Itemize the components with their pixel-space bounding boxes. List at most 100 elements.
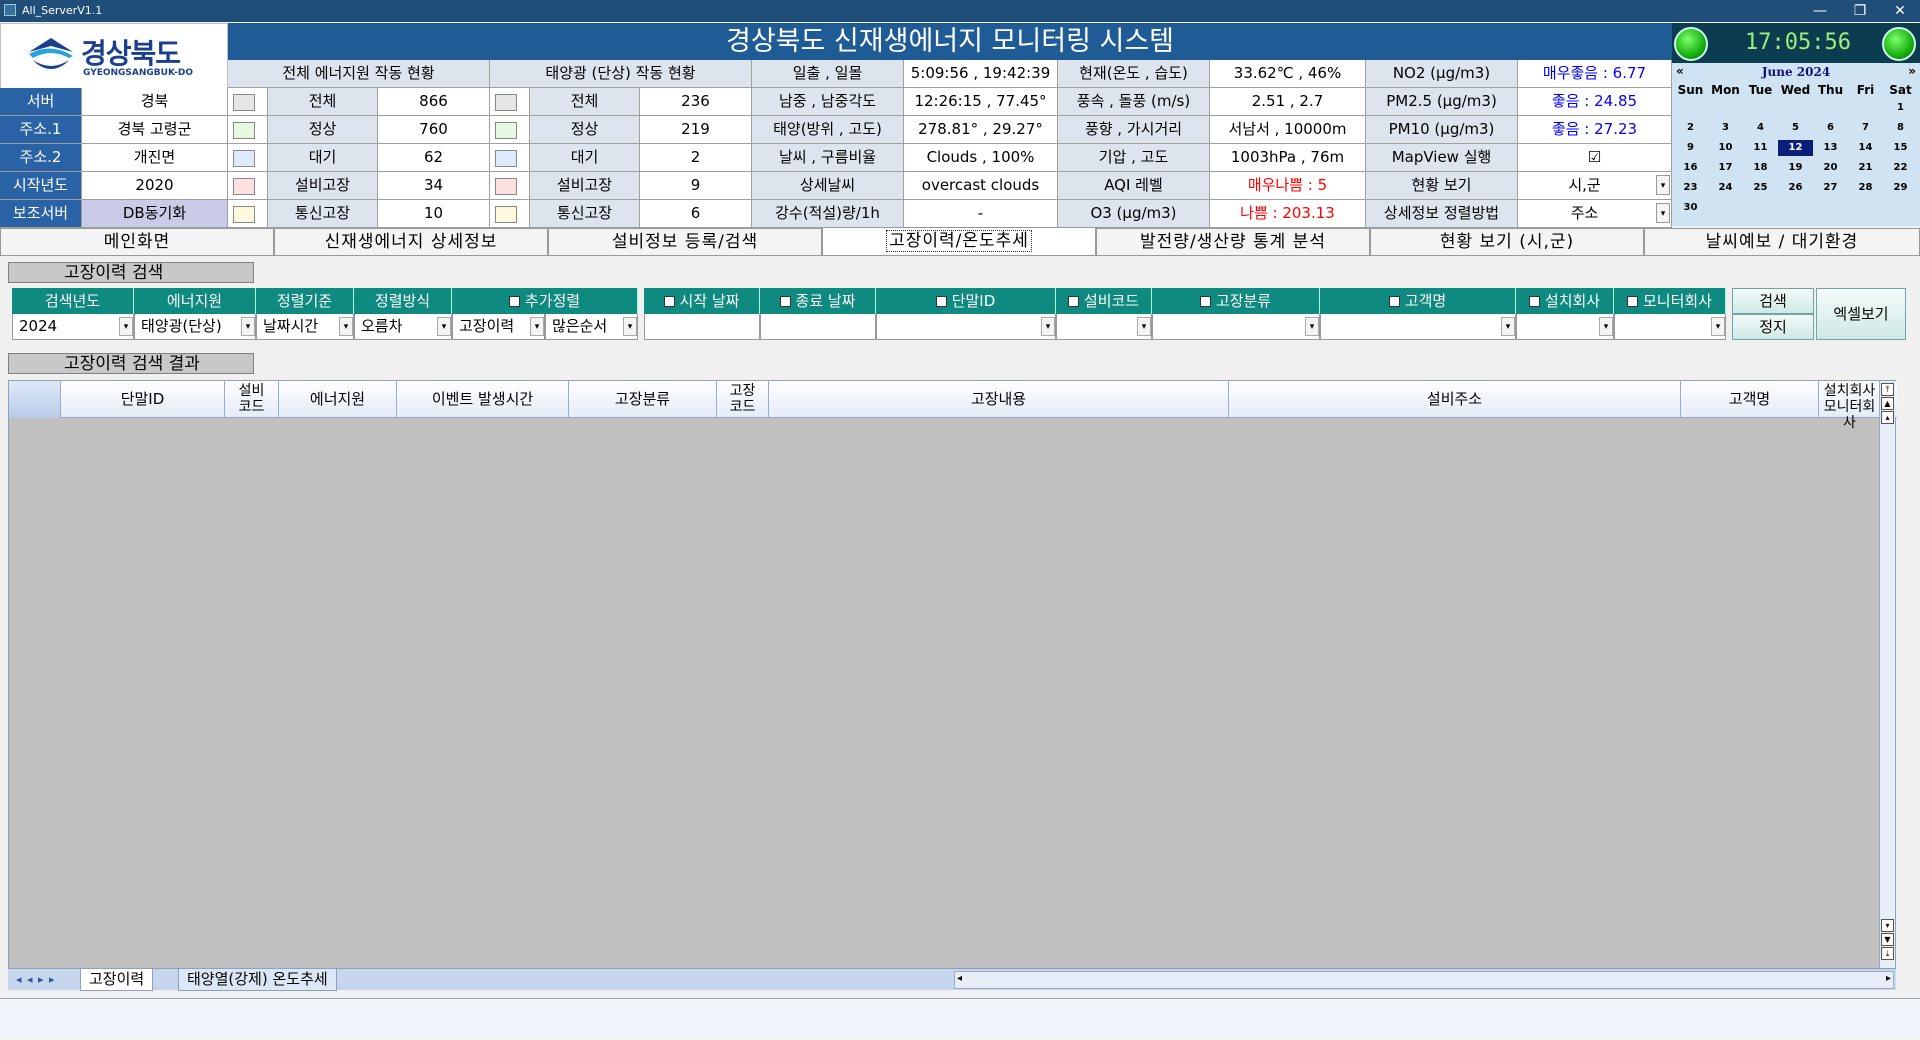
view-select[interactable]: 시,군 ▾ bbox=[1518, 172, 1672, 200]
calendar-date[interactable]: 17 bbox=[1708, 160, 1743, 176]
calendar-date[interactable]: 28 bbox=[1848, 180, 1883, 196]
search-field-1[interactable]: 태양광(단상) ▾ bbox=[134, 314, 256, 340]
calendar-date[interactable]: 26 bbox=[1778, 180, 1813, 196]
chevron-down-icon[interactable]: ▾ bbox=[1711, 317, 1725, 336]
scroll-right-icon[interactable]: ▸ bbox=[1886, 973, 1891, 984]
calendar-date[interactable]: 9 bbox=[1673, 140, 1708, 156]
calendar-date[interactable]: 15 bbox=[1883, 140, 1918, 156]
search-header-6[interactable]: 종료 날짜 bbox=[760, 288, 876, 314]
grid-column-header[interactable]: 고장내용 bbox=[769, 381, 1229, 418]
tab-5[interactable]: 현황 보기 (시,군) bbox=[1370, 228, 1644, 255]
chevron-down-icon[interactable]: ▾ bbox=[1041, 317, 1055, 336]
calendar-date[interactable]: 10 bbox=[1708, 140, 1743, 156]
horizontal-scrollbar[interactable]: ◂ ▸ bbox=[954, 971, 1894, 989]
calendar-date[interactable]: 21 bbox=[1848, 160, 1883, 176]
calendar-date[interactable]: 6 bbox=[1813, 120, 1848, 136]
calendar-date[interactable]: 12 bbox=[1778, 140, 1813, 156]
calendar-next-button[interactable]: » bbox=[1908, 64, 1916, 78]
excel-button[interactable]: 엑셀보기 bbox=[1816, 288, 1906, 340]
grid-column-header[interactable]: 에너지원 bbox=[279, 381, 397, 418]
calendar-date[interactable]: 2 bbox=[1673, 120, 1708, 136]
search-field-8[interactable]: ▾ bbox=[876, 314, 1056, 340]
search-header-4[interactable]: 추가정렬 bbox=[452, 288, 638, 314]
chevron-down-icon[interactable]: ▾ bbox=[1656, 203, 1670, 223]
chevron-down-icon[interactable]: ▾ bbox=[530, 317, 544, 336]
chevron-down-icon[interactable]: ▾ bbox=[1137, 317, 1151, 336]
tab-1[interactable]: 신재생에너지 상세정보 bbox=[274, 228, 548, 255]
search-header-8[interactable]: 설비코드 bbox=[1056, 288, 1152, 314]
search-field-10[interactable]: ▾ bbox=[1152, 314, 1320, 340]
restore-button[interactable]: ❐ bbox=[1840, 1, 1880, 21]
chevron-down-icon[interactable]: ▾ bbox=[437, 317, 451, 336]
search-field-0[interactable]: 2024 ▾ bbox=[12, 314, 134, 340]
search-field-7[interactable] bbox=[760, 314, 876, 340]
checkbox[interactable] bbox=[508, 296, 520, 307]
search-field-6[interactable] bbox=[644, 314, 760, 340]
calendar-date[interactable]: 1 bbox=[1883, 100, 1918, 116]
search-field-12[interactable]: ▾ bbox=[1516, 314, 1614, 340]
stop-button[interactable]: 정지 bbox=[1732, 314, 1814, 340]
search-field-4[interactable]: 고장이력 ▾ bbox=[452, 314, 545, 340]
chevron-down-icon[interactable]: ▾ bbox=[1501, 317, 1515, 336]
calendar-date[interactable]: 4 bbox=[1743, 120, 1778, 136]
calendar-date[interactable]: 18 bbox=[1743, 160, 1778, 176]
chevron-down-icon[interactable]: ▾ bbox=[241, 317, 255, 336]
tab-0[interactable]: 메인화면 bbox=[0, 228, 274, 255]
calendar-date[interactable]: 20 bbox=[1813, 160, 1848, 176]
grid-column-header[interactable]: 설비 코드 bbox=[225, 381, 279, 418]
calendar-date[interactable]: 5 bbox=[1778, 120, 1813, 136]
checkbox[interactable] bbox=[1199, 296, 1211, 307]
checkbox[interactable] bbox=[663, 296, 675, 307]
calendar-date[interactable]: 19 bbox=[1778, 160, 1813, 176]
search-field-13[interactable]: ▾ bbox=[1614, 314, 1726, 340]
tab-3[interactable]: 고장이력/온도추세 bbox=[822, 227, 1096, 255]
search-header-10[interactable]: 고객명 bbox=[1320, 288, 1516, 314]
calendar-date[interactable]: 30 bbox=[1673, 200, 1708, 216]
view-select[interactable]: 주소 ▾ bbox=[1518, 200, 1672, 228]
sheet-tab-fault-history[interactable]: 고장이력 bbox=[80, 969, 154, 991]
calendar-date[interactable]: 29 bbox=[1883, 180, 1918, 196]
close-button[interactable]: ✕ bbox=[1880, 1, 1920, 21]
grid-column-header[interactable]: 단말ID bbox=[61, 381, 225, 418]
checkbox[interactable] bbox=[1528, 296, 1540, 307]
vertical-scrollbar[interactable]: ⤒ ▲ ▴ ▾ ▼ ⤓ bbox=[1879, 381, 1895, 975]
chevron-down-icon[interactable]: ▾ bbox=[1305, 317, 1319, 336]
scroll-top-icon[interactable]: ⤒ bbox=[1881, 383, 1894, 396]
calendar-date[interactable]: 16 bbox=[1673, 160, 1708, 176]
db-sync-button[interactable]: DB동기화 bbox=[82, 200, 228, 228]
chevron-down-icon[interactable]: ▾ bbox=[623, 317, 637, 336]
grid-column-header[interactable]: 설치회사 모니터회사 bbox=[1819, 381, 1881, 431]
grid-column-header[interactable]: 설비주소 bbox=[1229, 381, 1681, 418]
calendar-date[interactable]: 14 bbox=[1848, 140, 1883, 156]
tab-6[interactable]: 날씨예보 / 대기환경 bbox=[1644, 228, 1920, 255]
sheet-tab-solar-temp-trend[interactable]: 태양열(강제) 온도추세 bbox=[178, 969, 337, 991]
grid-column-header[interactable]: 이벤트 발생시간 bbox=[397, 381, 569, 418]
grid-column-header[interactable]: 고장분류 bbox=[569, 381, 717, 418]
calendar-date[interactable]: 27 bbox=[1813, 180, 1848, 196]
search-header-9[interactable]: 고장분류 bbox=[1152, 288, 1320, 314]
checkbox[interactable] bbox=[1067, 296, 1079, 307]
scroll-bottom-icon[interactable]: ⤓ bbox=[1881, 947, 1894, 960]
calendar-date[interactable]: 25 bbox=[1743, 180, 1778, 196]
sheet-nav-arrows[interactable]: ◂ ◂ ▸ ▸ bbox=[8, 969, 64, 991]
grid-select-all[interactable] bbox=[9, 381, 61, 418]
calendar-date[interactable]: 13 bbox=[1813, 140, 1848, 156]
checkbox[interactable] bbox=[1388, 296, 1400, 307]
search-field-9[interactable]: ▾ bbox=[1056, 314, 1152, 340]
calendar-date[interactable]: 8 bbox=[1883, 120, 1918, 136]
chevron-down-icon[interactable]: ▾ bbox=[119, 317, 133, 336]
chevron-down-icon[interactable]: ▾ bbox=[1656, 175, 1670, 195]
tab-4[interactable]: 발전량/생산량 통계 분석 bbox=[1096, 228, 1370, 255]
mapview-checkbox[interactable]: ☑ bbox=[1518, 144, 1672, 172]
checkbox[interactable] bbox=[935, 296, 947, 307]
search-header-12[interactable]: 모니터회사 bbox=[1614, 288, 1726, 314]
chevron-down-icon[interactable]: ▾ bbox=[1599, 317, 1613, 336]
scroll-pagedown-icon[interactable]: ▼ bbox=[1881, 933, 1894, 946]
fault-result-grid[interactable]: 단말ID 설비 코드 에너지원 이벤트 발생시간 고장분류 고장 코드 고장내용 설비주소 고객명 설… bbox=[8, 380, 1897, 975]
calendar-date[interactable]: 11 bbox=[1743, 140, 1778, 156]
search-field-5[interactable]: 많은순서 ▾ bbox=[545, 314, 638, 340]
chevron-down-icon[interactable]: ▾ bbox=[339, 317, 353, 336]
search-header-7[interactable]: 단말ID bbox=[876, 288, 1056, 314]
search-button[interactable]: 검색 bbox=[1732, 288, 1814, 314]
grid-column-header[interactable]: 고객명 bbox=[1681, 381, 1819, 418]
